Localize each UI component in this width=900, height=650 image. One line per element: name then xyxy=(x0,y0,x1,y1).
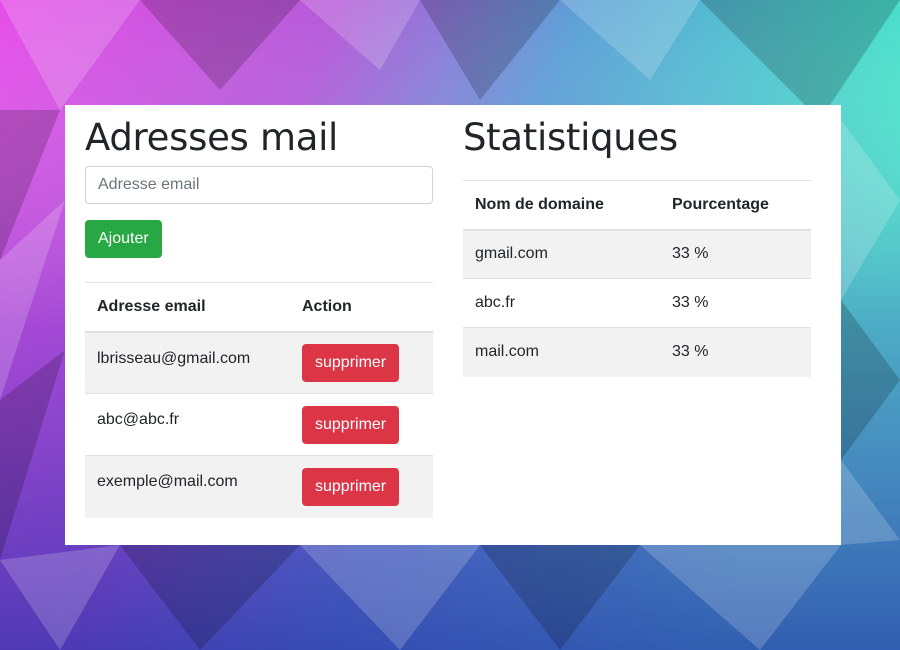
delete-button[interactable]: supprimer xyxy=(302,405,400,444)
emails-section: Adresses mail Ajouter Adresse email Acti… xyxy=(85,105,433,518)
stats-table-header: Nom de domaine Pourcentage xyxy=(463,180,811,231)
action-cell: supprimer xyxy=(290,455,433,518)
table-row: mail.com 33 % xyxy=(463,327,811,377)
header-domain: Nom de domaine xyxy=(463,180,660,231)
action-cell: supprimer xyxy=(290,331,433,394)
table-row: exemple@mail.com supprimer xyxy=(85,455,433,518)
content-card: Adresses mail Ajouter Adresse email Acti… xyxy=(65,105,841,545)
stats-title: Statistiques xyxy=(463,116,678,159)
add-button[interactable]: Ajouter xyxy=(85,220,162,258)
delete-button[interactable]: supprimer xyxy=(302,343,400,382)
domain-cell: mail.com xyxy=(463,327,660,377)
percent-cell: 33 % xyxy=(660,229,811,279)
header-percent: Pourcentage xyxy=(660,180,811,231)
percent-cell: 33 % xyxy=(660,327,811,377)
domain-cell: abc.fr xyxy=(463,278,660,328)
email-cell: exemple@mail.com xyxy=(85,455,290,518)
action-cell: supprimer xyxy=(290,393,433,456)
table-row: lbrisseau@gmail.com supprimer xyxy=(85,331,433,394)
delete-button[interactable]: supprimer xyxy=(302,467,400,506)
stats-section: Statistiques Nom de domaine Pourcentage … xyxy=(463,105,811,377)
table-row: gmail.com 33 % xyxy=(463,229,811,279)
emails-table-header: Adresse email Action xyxy=(85,282,433,333)
email-cell: lbrisseau@gmail.com xyxy=(85,331,290,394)
email-cell: abc@abc.fr xyxy=(85,393,290,456)
table-row: abc.fr 33 % xyxy=(463,278,811,328)
email-input[interactable] xyxy=(85,166,433,204)
domain-cell: gmail.com xyxy=(463,229,660,279)
table-row: abc@abc.fr supprimer xyxy=(85,393,433,456)
header-email: Adresse email xyxy=(85,282,290,333)
emails-title: Adresses mail xyxy=(85,116,339,159)
stats-table: Nom de domaine Pourcentage gmail.com 33 … xyxy=(463,180,811,377)
percent-cell: 33 % xyxy=(660,278,811,328)
emails-table: Adresse email Action lbrisseau@gmail.com… xyxy=(85,282,433,518)
header-action: Action xyxy=(290,282,433,333)
